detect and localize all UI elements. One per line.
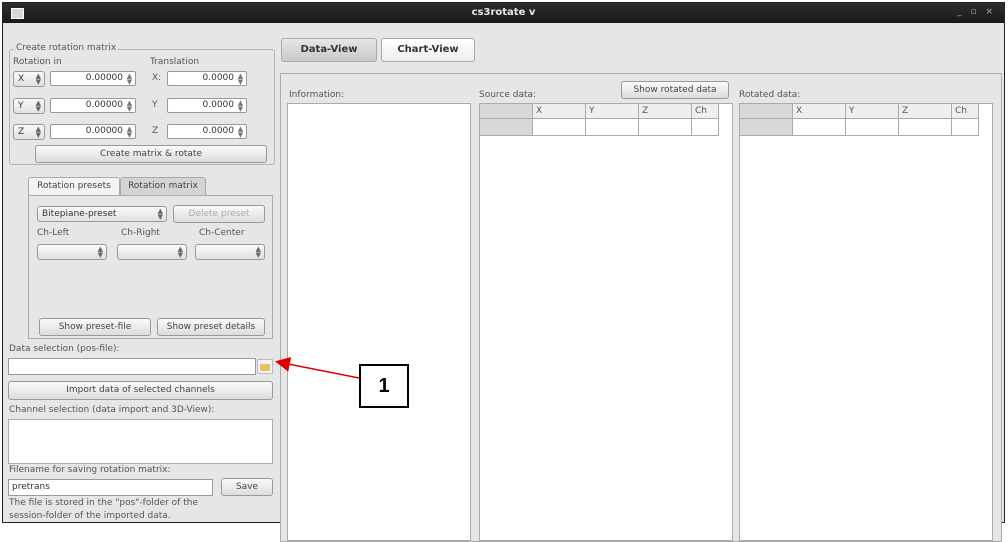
delete-preset-button[interactable]: Delete preset [173, 205, 265, 223]
chevron-updown-icon: ▲ ▼ [255, 245, 261, 259]
show-rotated-data-button[interactable]: Show rotated data [621, 81, 729, 99]
translation-label: Translation [150, 57, 200, 67]
chevron-updown-icon: ▲ ▼ [35, 72, 41, 86]
ch-left-select[interactable]: ▲ ▼ [37, 244, 107, 260]
translation-spin-1[interactable]: 0.0000 ▲ ▼ [167, 71, 247, 86]
translation-spin-2[interactable]: 0.0000 ▲ ▼ [167, 98, 247, 113]
ch-center-label: Ch-Center [199, 228, 245, 238]
import-data-button[interactable]: Import data of selected channels [8, 381, 273, 400]
rotation-matrix-group: Create rotation matrix Rotation in Trans… [9, 43, 275, 165]
channel-list[interactable] [8, 419, 273, 464]
rotated-cell[interactable] [951, 118, 979, 136]
chevron-updown-icon: ▲ ▼ [177, 245, 183, 259]
translation-axis-label-3: Z [152, 126, 159, 136]
translation-axis-label-2: Y [152, 100, 158, 110]
rotation-spin-1[interactable]: 0.00000 ▲ ▼ [50, 71, 136, 86]
save-button[interactable]: Save [221, 478, 273, 496]
save-note-line1: The file is stored in the "pos"-folder o… [9, 498, 198, 508]
data-view-panel: Information: Source data: Show rotated d… [280, 73, 1002, 542]
folder-icon[interactable] [257, 359, 273, 374]
translation-spin-3[interactable]: 0.0000 ▲ ▼ [167, 124, 247, 139]
presets-panel: Bitepiane-preset ▲ ▼ Delete preset Ch-Left… [28, 195, 273, 339]
ch-left-label: Ch-Left [37, 228, 70, 238]
source-corner-cell [479, 103, 533, 119]
source-data-table-area[interactable] [479, 103, 733, 541]
spin-arrows-icon[interactable]: ▲ ▼ [236, 126, 245, 139]
axis-select-3[interactable]: Z ▲ ▼ [13, 124, 45, 140]
channel-selection-label: Channel selection (data import and 3D-Vi… [9, 405, 215, 415]
source-row-header[interactable] [479, 118, 533, 136]
rotated-cell[interactable] [845, 118, 899, 136]
information-label: Information: [289, 90, 345, 100]
tab-data-view[interactable]: Data-View [281, 38, 377, 62]
rotated-data-table[interactable]: X Y Z Ch [739, 103, 979, 136]
rotated-col-x[interactable]: X [792, 103, 846, 119]
source-col-x[interactable]: X [532, 103, 586, 119]
spin-arrows-icon[interactable]: ▲ ▼ [236, 73, 245, 86]
rotated-corner-cell [739, 103, 793, 119]
window-controls[interactable]: _ ▫ × [957, 7, 996, 17]
ch-center-select[interactable]: ▲ ▼ [195, 244, 265, 260]
spin-arrows-icon[interactable]: ▲ ▼ [236, 100, 245, 113]
save-note-line2: session-folder of the imported data. [9, 511, 171, 521]
rotated-col-y[interactable]: Y [845, 103, 899, 119]
rotation-in-label: Rotation in [13, 57, 62, 67]
chevron-updown-icon: ▲ ▼ [97, 245, 103, 259]
ch-right-label: Ch-Right [121, 228, 160, 238]
rotated-data-label: Rotated data: [739, 90, 801, 100]
rotated-data-table-area[interactable] [739, 103, 993, 541]
preset-select[interactable]: Bitepiane-preset ▲ ▼ [37, 206, 167, 222]
source-data-label: Source data: [479, 90, 537, 100]
rotated-col-z[interactable]: Z [898, 103, 952, 119]
source-cell[interactable] [638, 118, 692, 136]
source-cell[interactable] [532, 118, 586, 136]
pos-file-input[interactable] [8, 358, 256, 375]
rotation-spin-2[interactable]: 0.00000 ▲ ▼ [50, 98, 136, 113]
source-cell[interactable] [585, 118, 639, 136]
information-box [287, 103, 471, 541]
tab-rotation-presets[interactable]: Rotation presets [28, 177, 120, 195]
source-col-z[interactable]: Z [638, 103, 692, 119]
source-col-ch[interactable]: Ch [691, 103, 719, 119]
chevron-updown-icon: ▲ ▼ [157, 207, 163, 221]
rotated-row-header[interactable] [739, 118, 793, 136]
rotated-cell[interactable] [792, 118, 846, 136]
save-filename-label: Filename for saving rotation matrix: [9, 465, 171, 475]
source-data-table[interactable]: X Y Z Ch [479, 103, 719, 136]
source-cell[interactable] [691, 118, 719, 136]
create-matrix-button[interactable]: Create matrix & rotate [35, 145, 267, 163]
spin-arrows-icon[interactable]: ▲ ▼ [125, 126, 134, 139]
axis-select-2[interactable]: Y ▲ ▼ [13, 98, 45, 114]
tab-chart-view[interactable]: Chart-View [381, 38, 475, 62]
show-preset-file-button[interactable]: Show preset-file [39, 318, 151, 336]
data-selection-label: Data selection (pos-file): [9, 344, 120, 354]
translation-axis-label-1: X: [152, 73, 162, 83]
tab-rotation-matrix[interactable]: Rotation matrix [120, 177, 206, 195]
chevron-updown-icon: ▲ ▼ [35, 125, 41, 139]
axis-select-1[interactable]: X ▲ ▼ [13, 71, 45, 87]
title-bar: cs3rotate v _ ▫ × [3, 3, 1004, 23]
rotation-spin-3[interactable]: 0.00000 ▲ ▼ [50, 124, 136, 139]
spin-arrows-icon[interactable]: ▲ ▼ [125, 73, 134, 86]
source-col-y[interactable]: Y [585, 103, 639, 119]
show-preset-details-button[interactable]: Show preset details [157, 318, 265, 336]
spin-arrows-icon[interactable]: ▲ ▼ [125, 100, 134, 113]
ch-right-select[interactable]: ▲ ▼ [117, 244, 187, 260]
rotated-cell[interactable] [898, 118, 952, 136]
rotation-group-title: Create rotation matrix [14, 43, 119, 53]
chevron-updown-icon: ▲ ▼ [35, 99, 41, 113]
window-title: cs3rotate v [471, 7, 536, 18]
annotation-callout: 1 [359, 364, 409, 408]
filename-input[interactable]: pretrans [8, 479, 213, 496]
rotated-col-ch[interactable]: Ch [951, 103, 979, 119]
app-window: cs3rotate v _ ▫ × Create rotation matrix… [2, 2, 1005, 542]
